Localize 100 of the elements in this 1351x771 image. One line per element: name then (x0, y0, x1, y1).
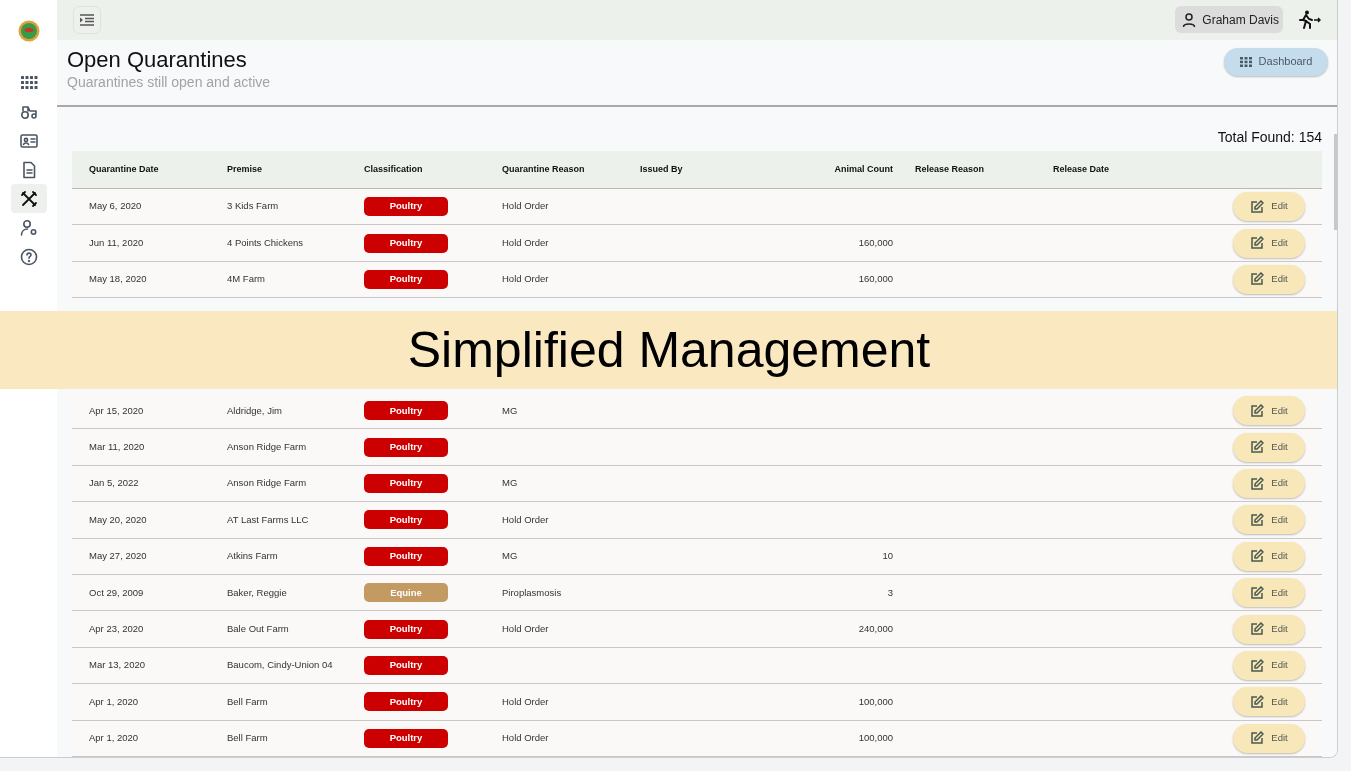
user-icon (1181, 11, 1198, 28)
table-cell: 3 (887, 586, 893, 598)
edit-icon (1250, 549, 1265, 564)
table-cell: 100,000 (858, 695, 893, 707)
scrollbar[interactable] (1334, 134, 1337, 230)
table-cell: MG (502, 404, 518, 416)
edit-button[interactable]: Edit (1233, 541, 1305, 571)
edit-icon (1250, 694, 1265, 709)
total-count: Total Found: 154 (1216, 127, 1323, 147)
table-cell: 160,000 (858, 236, 893, 248)
grid-icon (1239, 56, 1252, 67)
column-header: Issued By (640, 163, 683, 174)
table-cell: Apr 1, 2020 (89, 732, 139, 744)
table-cell: AT Last Farms LLC (227, 513, 309, 525)
edit-button[interactable]: Edit (1233, 723, 1305, 753)
help-icon (19, 247, 38, 266)
column-header: Release Date (1053, 163, 1110, 174)
table-cell: Hold Order (502, 695, 549, 707)
table-cell: 160,000 (858, 273, 893, 285)
table-cell: Anson Ridge Farm (227, 441, 307, 453)
table-cell: Bell Farm (227, 732, 268, 744)
table-cell: 10 (882, 550, 893, 562)
table-cell: 4 Points Chickens (227, 236, 304, 248)
table-cell: Hold Order (502, 273, 549, 285)
column-header: Classification (364, 163, 423, 174)
table-cell: Hold Order (502, 513, 549, 525)
table-cell: Apr 23, 2020 (89, 623, 144, 634)
edit-button[interactable]: Edit (1233, 396, 1305, 426)
table-cell: Apr 15, 2020 (89, 404, 144, 416)
sidebar-item[interactable] (10, 184, 47, 213)
table-cell: May 27, 2020 (89, 550, 147, 562)
edit-icon (1250, 622, 1265, 637)
edit-icon (1250, 731, 1265, 746)
edit-button[interactable]: Edit (1233, 228, 1305, 258)
column-header: Animal Count (834, 163, 893, 174)
classification-tag: Poultry (364, 692, 448, 712)
table-cell: 100,000 (858, 732, 893, 744)
page-title: Open Quarantines (67, 47, 248, 72)
table-cell: Jun 11, 2020 (89, 236, 144, 248)
table-cell: 4M Farm (227, 273, 265, 285)
table-cell: Hold Order (502, 732, 549, 744)
edit-icon (1250, 512, 1265, 527)
table-cell: Hold Order (502, 200, 549, 212)
menu-toggle-button[interactable] (73, 5, 101, 34)
classification-tag: Poultry (364, 546, 448, 566)
table-cell: Hold Order (502, 623, 549, 634)
classification-tag: Poultry (364, 510, 448, 530)
table-cell: Atkins Farm (227, 550, 278, 562)
logout-icon[interactable] (1299, 9, 1321, 30)
column-header: Quarantine Date (89, 163, 159, 174)
classification-tag: Poultry (364, 728, 448, 748)
edit-icon (1250, 199, 1265, 214)
table-cell: Oct 29, 2009 (89, 586, 144, 598)
table-cell: Baucom, Cindy-Union 04 (227, 659, 333, 671)
classification-tag: Poultry (364, 233, 448, 253)
user-settings-icon (19, 218, 38, 237)
edit-button[interactable]: Edit (1233, 651, 1305, 680)
table-cell: Baker, Reggie (227, 586, 287, 598)
table-cell: 3 Kids Farm (227, 200, 279, 212)
banner-caption: Simplified Management (0, 311, 1337, 390)
table-cell: Bale Out Farm (227, 623, 289, 634)
classification-tag: Equine (364, 583, 448, 603)
edit-button[interactable]: Edit (1233, 469, 1305, 499)
edit-icon (1250, 476, 1265, 491)
classification-tag: Poultry (364, 474, 448, 494)
table-cell: Jan 5, 2022 (89, 477, 139, 489)
edit-icon (1250, 272, 1265, 287)
column-header: Release Reason (915, 163, 985, 174)
classification-tag: Poultry (364, 656, 448, 675)
table-cell: MG (502, 477, 518, 489)
user-button[interactable]: Graham Davis (1175, 6, 1283, 34)
table-cell: May 6, 2020 (89, 200, 142, 212)
logo-icon (17, 20, 40, 42)
edit-button[interactable]: Edit (1233, 264, 1305, 294)
tools-icon (19, 189, 38, 208)
edit-button[interactable]: Edit (1233, 687, 1305, 717)
table-cell: May 18, 2020 (89, 273, 147, 285)
edit-button[interactable]: Edit (1233, 578, 1305, 608)
edit-icon (1250, 403, 1265, 418)
edit-button[interactable]: Edit (1233, 505, 1305, 535)
edit-button[interactable]: Edit (1233, 614, 1305, 644)
edit-icon (1250, 236, 1265, 250)
id-card-icon (19, 131, 38, 150)
table-cell: Piroplasmosis (502, 586, 562, 598)
table-cell: Mar 11, 2020 (89, 441, 145, 453)
table-cell: Hold Order (502, 236, 549, 248)
edit-button[interactable]: Edit (1233, 432, 1305, 462)
classification-tag: Poultry (364, 619, 448, 639)
column-header: Quarantine Reason (502, 163, 585, 174)
table-cell: MG (502, 550, 518, 562)
table-cell: Bell Farm (227, 695, 268, 707)
dashboard-button[interactable]: Dashboard (1224, 47, 1328, 76)
edit-icon (1250, 658, 1265, 673)
table-cell: Aldridge, Jim (227, 404, 282, 416)
page-subtitle: Quarantines still open and active (67, 72, 271, 92)
edit-button[interactable]: Edit (1233, 192, 1305, 222)
table-cell: Apr 1, 2020 (89, 695, 139, 707)
menu-icon (80, 13, 94, 26)
classification-tag: Poultry (364, 401, 448, 421)
grid-icon (19, 73, 38, 92)
